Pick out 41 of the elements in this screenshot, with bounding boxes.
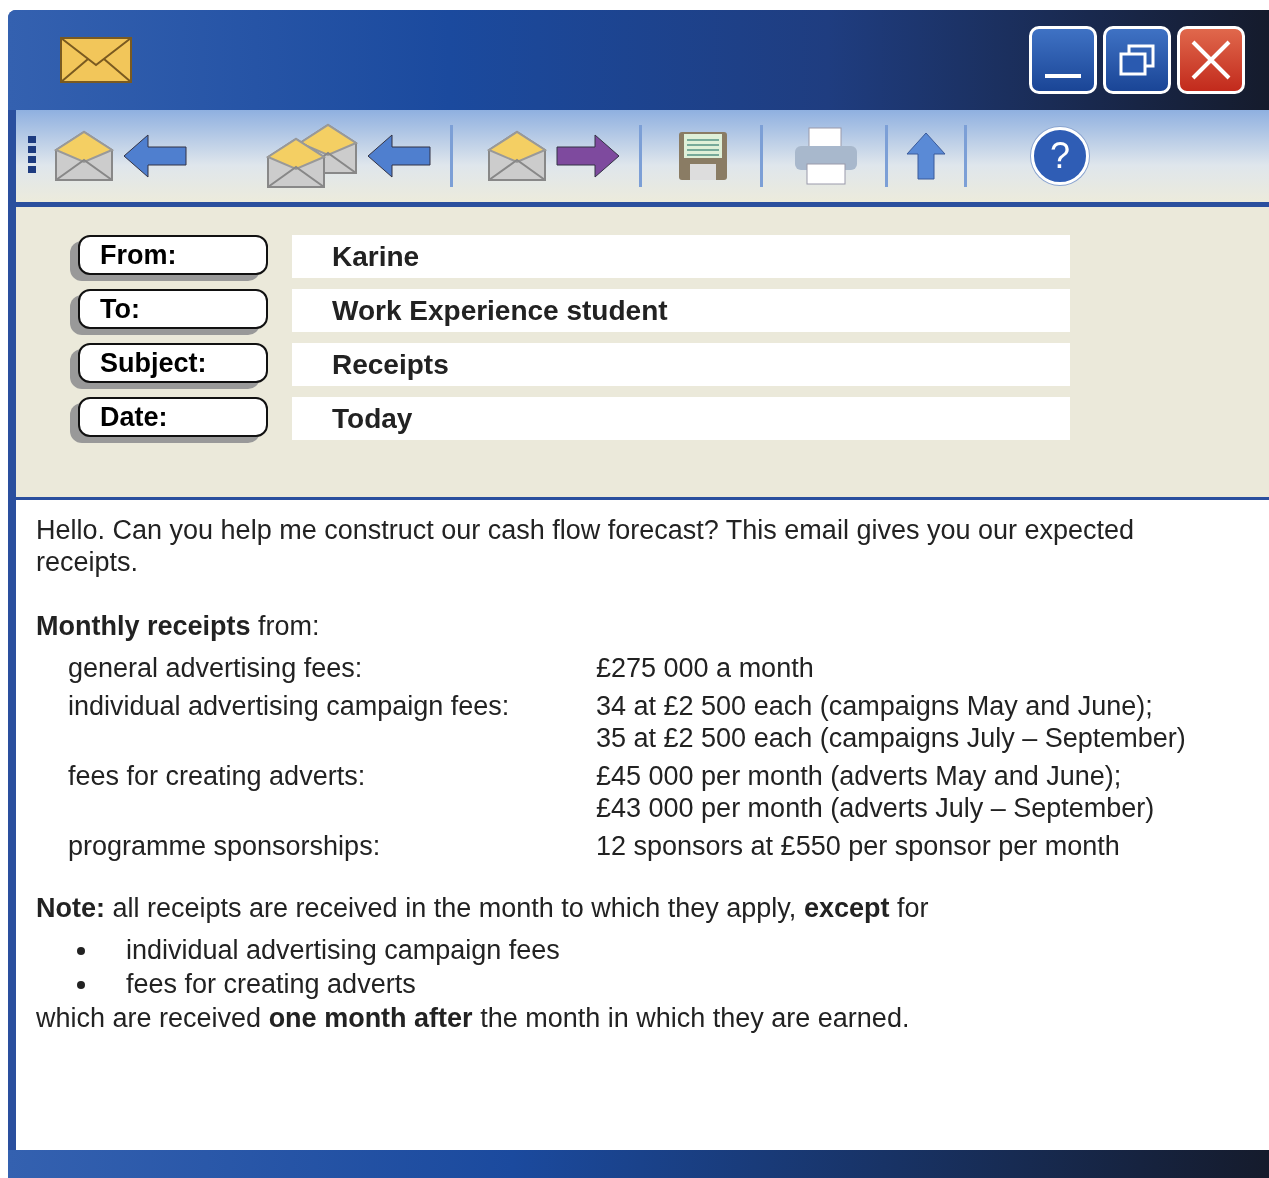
- note-text: Note: all receipts are received in the month to which they apply, except for: [36, 892, 930, 924]
- receipt-label: individual advertising campaign fees:: [68, 690, 511, 723]
- field-value: Receipts: [292, 343, 1070, 386]
- save-icon[interactable]: [678, 131, 728, 181]
- minimize-icon: [1045, 74, 1081, 78]
- envelope-icon: [60, 37, 132, 83]
- envelope-icon: [266, 137, 327, 188]
- right-arrow-icon: [555, 133, 621, 179]
- close-icon: [1189, 38, 1233, 82]
- left-arrow-icon: [366, 133, 432, 179]
- receipt-value: 35 at £2 500 each (campaigns July – September): [596, 722, 1187, 754]
- field-value: Today: [292, 397, 1070, 440]
- receipts-heading: Monthly receipts from:: [36, 610, 321, 642]
- bullet-icon: [76, 946, 86, 956]
- receipt-label: fees for creating adverts:: [68, 760, 367, 793]
- field-value: Karine: [292, 235, 1070, 278]
- envelope-icon: [54, 130, 115, 181]
- reply-button[interactable]: [54, 130, 188, 182]
- toolbar-grip-icon: [28, 136, 36, 176]
- receipt-value: £45 000 per month (adverts May and June);: [596, 760, 1123, 792]
- receipt-label: general advertising fees:: [68, 652, 364, 684]
- reply-all-button[interactable]: [266, 123, 432, 189]
- bullet-text: fees for creating adverts: [126, 968, 417, 1000]
- receipt-label: programme sponsorships:: [68, 830, 382, 862]
- forward-button[interactable]: [487, 130, 621, 182]
- intro-paragraph: Hello. Can you help me construct our cash flow forecast? This email gives you our expected receipts.: [36, 514, 1136, 578]
- receipt-value: £43 000 per month (adverts July – September): [596, 792, 1156, 824]
- up-arrow-icon[interactable]: [906, 132, 946, 180]
- left-arrow-icon: [122, 133, 188, 179]
- field-value: Work Experience student: [292, 289, 1070, 332]
- receipt-value: 34 at £2 500 each (campaigns May and June);: [596, 690, 1154, 722]
- receipt-value: 12 sponsors at £550 per sponsor per month: [596, 830, 1121, 862]
- bullet-icon: [76, 980, 86, 990]
- envelope-icon: [487, 130, 548, 181]
- help-button[interactable]: ?: [1031, 127, 1089, 185]
- restore-button[interactable]: [1103, 26, 1171, 94]
- receipt-value: £275 000 a month: [596, 652, 815, 684]
- close-button[interactable]: [1177, 26, 1245, 94]
- minimize-button[interactable]: [1029, 26, 1097, 94]
- bullet-text: individual advertising campaign fees: [126, 934, 561, 966]
- closing-text: which are received one month after the month in which they are earned.: [36, 1002, 911, 1034]
